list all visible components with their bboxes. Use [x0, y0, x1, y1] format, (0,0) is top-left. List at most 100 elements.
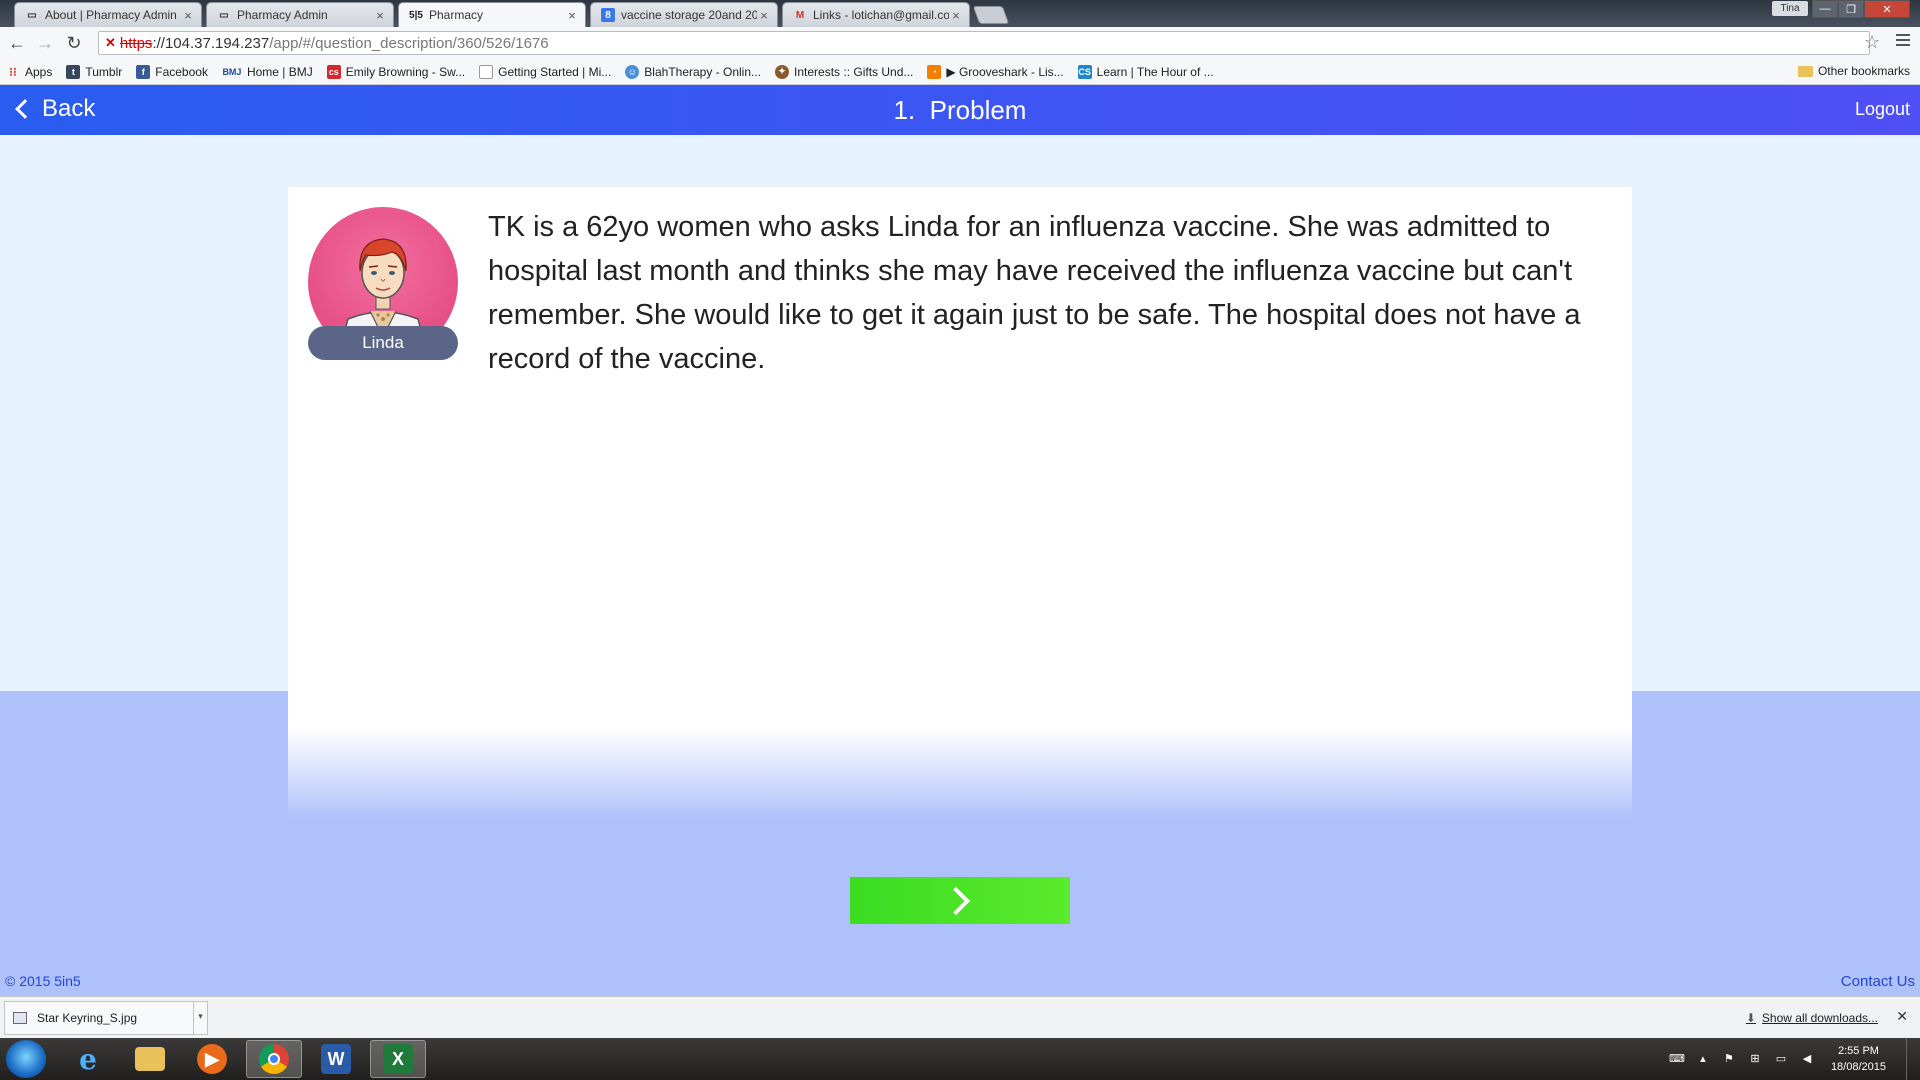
folder-icon — [1797, 65, 1813, 77]
back-arrow-icon[interactable]: ← — [6, 33, 28, 55]
close-icon[interactable]: × — [757, 8, 771, 23]
bookmark-label: Getting Started | Mi... — [498, 64, 612, 79]
internet-explorer-icon: e — [79, 1042, 97, 1076]
show-all-label: Show all downloads... — [1761, 1011, 1878, 1025]
character-name-badge: Linda — [308, 326, 458, 360]
show-all-downloads-link[interactable]: ⬇ Show all downloads... — [1746, 1011, 1878, 1025]
url-host: ://104.37.194.237 — [152, 34, 270, 52]
insecure-lock-icon[interactable]: ✕ — [105, 35, 116, 51]
tab-vaccine-storage[interactable]: 8 vaccine storage 20and 20 × — [590, 2, 778, 27]
close-icon[interactable]: ✕ — [1896, 1008, 1908, 1025]
download-item[interactable]: Star Keyring_S.jpg ▾ — [4, 1001, 208, 1035]
bookmarks-bar: ⁝⁝ Apps t Tumblr f Facebook BMJ Home | B… — [0, 59, 1920, 85]
page-icon: ▭ — [219, 9, 229, 21]
forward-arrow-icon[interactable]: → — [34, 33, 56, 55]
other-bookmarks-folder[interactable]: Other bookmarks — [1797, 64, 1910, 78]
address-bar[interactable]: ✕ https ://104.37.194.237 /app/#/questio… — [98, 31, 1870, 55]
bookmark-hour-of-code[interactable]: CS Learn | The Hour of ... — [1077, 64, 1214, 79]
bookmark-label: Learn | The Hour of ... — [1096, 64, 1214, 79]
chrome-center-icon — [268, 1053, 280, 1065]
download-file-name: Star Keyring_S.jpg — [37, 1011, 138, 1025]
browser-menu-icon[interactable] — [1896, 34, 1910, 49]
contact-us-link[interactable]: Contact Us — [1841, 973, 1915, 990]
bookmark-label: BlahTherapy - Onlin... — [644, 64, 762, 79]
chevron-up-icon[interactable]: ▴ — [1695, 1052, 1711, 1066]
tab-pharmacy-admin[interactable]: ▭ Pharmacy Admin × — [206, 2, 394, 27]
bookmark-grooveshark[interactable]: ◔ ▶ Grooveshark - Lis... — [927, 64, 1064, 79]
app-header-bar: Back 1. Problem Logout — [0, 85, 1920, 135]
tab-about-pharmacy-admin[interactable]: ▭ About | Pharmacy Admin × — [14, 2, 202, 27]
browser-tab-strip: ▭ About | Pharmacy Admin × ▭ Pharmacy Ad… — [0, 0, 1920, 27]
show-desktop-button[interactable] — [1906, 1038, 1920, 1080]
windows-logo-icon[interactable]: ⊞ — [1747, 1052, 1763, 1066]
reload-icon[interactable]: ↻ — [63, 33, 85, 55]
bookmark-apps[interactable]: ⁝⁝ Apps — [6, 65, 52, 79]
taskbar-chrome[interactable] — [246, 1040, 302, 1078]
system-tray: ⌨ ▴ ⚑ ⊞ ▭ ◀ 2:55 PM 18/08/2015 — [1669, 1038, 1920, 1080]
facebook-icon: f — [136, 64, 151, 79]
taskbar-word[interactable]: W — [308, 1040, 364, 1078]
gmail-icon: M — [795, 9, 805, 21]
network-icon[interactable]: ▭ — [1773, 1052, 1789, 1066]
bookmark-label: Facebook — [155, 64, 208, 79]
bmj-icon: BMJ — [222, 66, 242, 77]
copyright-text: © 2015 5in5 — [5, 973, 81, 989]
bookmark-star-icon[interactable]: ☆ — [1864, 32, 1880, 53]
bookmark-bmj[interactable]: BMJ Home | BMJ — [222, 65, 312, 79]
window-close-button[interactable]: ✕ — [1864, 0, 1910, 18]
chat-icon: ☺ — [625, 64, 640, 79]
next-button[interactable] — [850, 877, 1070, 924]
word-icon: W — [321, 1044, 351, 1074]
url-scheme: https — [119, 34, 153, 52]
tab-title: Pharmacy — [429, 8, 484, 22]
keyboard-icon[interactable]: ⌨ — [1669, 1052, 1685, 1066]
bookmark-facebook[interactable]: f Facebook — [136, 64, 208, 79]
tab-title: About | Pharmacy Admin — [45, 8, 177, 22]
close-icon[interactable]: × — [181, 8, 195, 23]
bookmark-label: Tumblr — [85, 64, 123, 79]
apps-grid-icon: ⁝⁝ — [9, 64, 17, 79]
new-tab-button[interactable] — [972, 6, 1010, 24]
close-icon[interactable]: × — [565, 8, 579, 23]
flag-icon[interactable]: ⚑ — [1721, 1052, 1737, 1066]
system-clock[interactable]: 2:55 PM 18/08/2015 — [1831, 1043, 1886, 1075]
page-title: 1. Problem — [893, 95, 1027, 125]
code-icon: CS — [1077, 64, 1092, 79]
bookmark-tumblr[interactable]: t Tumblr — [66, 64, 123, 79]
taskbar-file-explorer[interactable] — [122, 1040, 178, 1078]
bookmark-blahtherapy[interactable]: ☺ BlahTherapy - Onlin... — [625, 64, 762, 79]
tab-title: Links - lotichan@gmail.co — [813, 8, 949, 22]
volume-icon[interactable]: ◀ — [1799, 1052, 1815, 1066]
chevron-down-icon[interactable]: ▾ — [193, 1002, 207, 1034]
taskbar-excel[interactable]: X — [370, 1040, 426, 1078]
bookmark-label: Interests :: Gifts Und... — [794, 64, 914, 79]
close-icon[interactable]: × — [949, 8, 963, 23]
bookmark-label: Emily Browning - Sw... — [345, 64, 466, 79]
minimize-button[interactable]: — — [1812, 0, 1838, 18]
restore-button[interactable]: ❐ — [1838, 0, 1864, 18]
card-bottom-fade — [288, 729, 1632, 819]
bookmark-label: ▶ Grooveshark - Lis... — [946, 64, 1064, 79]
cs-icon: cs — [326, 64, 341, 79]
bookmark-label: Apps — [25, 64, 53, 79]
other-bookmarks-label: Other bookmarks — [1817, 64, 1910, 78]
logout-button[interactable]: Logout — [1855, 99, 1910, 120]
problem-description: TK is a 62yo women who asks Linda for an… — [488, 211, 1581, 375]
bookmark-emily-browning[interactable]: cs Emily Browning - Sw... — [326, 64, 466, 79]
bookmark-interests[interactable]: ✦ Interests :: Gifts Und... — [775, 64, 914, 79]
tumblr-icon: t — [66, 64, 81, 79]
grooveshark-icon: ◔ — [927, 64, 942, 79]
google-icon: 8 — [601, 8, 615, 22]
download-arrow-icon: ⬇ — [1745, 1011, 1756, 1025]
close-icon[interactable]: × — [373, 8, 387, 23]
media-player-icon: ▶ — [197, 1044, 227, 1074]
gift-icon: ✦ — [775, 64, 790, 79]
start-button[interactable] — [6, 1040, 46, 1078]
taskbar-media-player[interactable]: ▶ — [184, 1040, 240, 1078]
tab-pharmacy[interactable]: 5|5 Pharmacy × — [398, 2, 586, 27]
bookmark-getting-started[interactable]: Getting Started | Mi... — [479, 64, 612, 79]
tab-links-gmail[interactable]: M Links - lotichan@gmail.co × — [782, 2, 970, 27]
page-icon: ▭ — [27, 9, 37, 21]
profile-button[interactable]: Tina — [1772, 1, 1808, 16]
taskbar-internet-explorer[interactable]: e — [60, 1040, 116, 1078]
